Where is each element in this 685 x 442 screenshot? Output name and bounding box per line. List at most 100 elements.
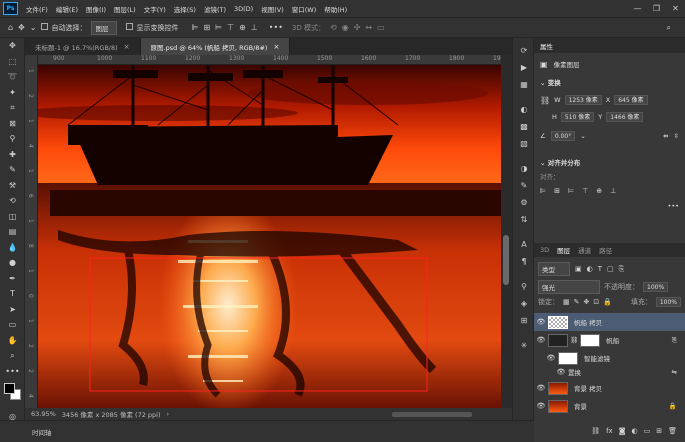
eye-icon[interactable]: 👁 xyxy=(534,384,548,392)
minimize-icon[interactable]: — xyxy=(628,0,647,17)
add-mask-icon[interactable]: ◙ xyxy=(619,427,626,435)
3d-roll-icon[interactable]: ◉ xyxy=(342,23,349,32)
document-canvas[interactable] xyxy=(38,65,501,408)
blur-icon[interactable]: 💧 xyxy=(0,240,25,256)
filter-shape-icon[interactable]: ▢ xyxy=(607,265,614,273)
close-icon[interactable]: × xyxy=(273,43,279,51)
height-field[interactable]: 510 像素 xyxy=(560,112,595,122)
lasso-icon[interactable]: ➰ xyxy=(0,69,25,85)
menu-file[interactable]: 文件(F) xyxy=(22,4,52,14)
more-options-icon[interactable]: ••• xyxy=(269,23,283,32)
align-center-icon[interactable]: ⊞ xyxy=(203,23,210,32)
restore-icon[interactable]: ❐ xyxy=(647,0,666,17)
filter-options-icon[interactable]: ⇋ xyxy=(672,368,677,376)
horizontal-scrollbar[interactable] xyxy=(392,411,472,417)
eye-icon[interactable]: 👁 xyxy=(534,336,548,344)
align-right-edges-icon[interactable]: ⊨ xyxy=(568,187,574,195)
brush-icon[interactable]: ✎ xyxy=(0,162,25,178)
color-panel-icon[interactable]: ◐ xyxy=(513,101,535,118)
adjustment-layer-icon[interactable]: ◐ xyxy=(632,427,638,435)
layer-row-background[interactable]: 👁 背景 🔒 xyxy=(534,397,685,415)
filter-type-select[interactable]: 类型 xyxy=(538,262,570,276)
new-group-icon[interactable]: ▭ xyxy=(644,427,651,435)
tab-untitled[interactable]: 未标题-1 @ 16.7%(RGB/8) × xyxy=(25,38,141,55)
move-icon[interactable]: ✥ xyxy=(0,38,25,54)
gradient-icon[interactable]: ▤ xyxy=(0,224,25,240)
menu-filter[interactable]: 滤镜(T) xyxy=(200,4,230,14)
3d-slide-icon[interactable]: ↔ xyxy=(365,23,372,32)
eye-icon[interactable]: 👁 xyxy=(534,318,548,326)
align-left-icon[interactable]: ⊫ xyxy=(191,23,198,32)
libraries-panel-icon[interactable]: ▦ xyxy=(513,76,535,93)
delete-layer-icon[interactable]: 🗑 xyxy=(668,427,677,435)
history-brush-icon[interactable]: ⟲ xyxy=(0,193,25,209)
filter-displace-row[interactable]: 👁 置换 ⇋ xyxy=(534,365,685,379)
scroll-thumb[interactable] xyxy=(503,235,509,285)
more-options-icon[interactable]: ••• xyxy=(534,200,685,212)
lock-all-icon[interactable]: 🔒 xyxy=(603,298,612,306)
x-field[interactable]: 645 像素 xyxy=(614,95,648,105)
frame-icon[interactable]: ⊠ xyxy=(0,116,25,132)
info-panel-icon[interactable]: ⊞ xyxy=(513,312,535,329)
tab-original[interactable]: 原图.psd @ 64% (帆船 拷贝, RGB/8#) × xyxy=(140,38,291,55)
chevron-right-icon[interactable]: › xyxy=(167,410,170,418)
clone-stamp-icon[interactable]: ⚒ xyxy=(0,178,25,194)
dodge-icon[interactable]: ● xyxy=(0,255,25,271)
fx-icon[interactable]: fx xyxy=(606,427,613,435)
blend-mode-select[interactable]: 强光 xyxy=(538,280,600,294)
fill-field[interactable]: 100% xyxy=(655,297,681,307)
eye-icon[interactable]: 👁 xyxy=(534,402,548,410)
swatches-panel-icon[interactable]: ▩ xyxy=(513,118,535,135)
menu-type[interactable]: 文字(Y) xyxy=(140,4,170,14)
lock-move-icon[interactable]: ✥ xyxy=(584,298,590,306)
align-left-edges-icon[interactable]: ⊫ xyxy=(540,187,546,195)
eye-icon[interactable]: 👁 xyxy=(554,368,568,376)
crop-icon[interactable]: ⌗ xyxy=(0,100,25,116)
hand-icon[interactable]: ✋ xyxy=(0,333,25,349)
brush-settings-icon[interactable]: ✎ xyxy=(513,177,535,194)
align-bottom-icon[interactable]: ⊥ xyxy=(251,23,258,32)
layer-row-background-copy[interactable]: 👁 背景 拷贝 xyxy=(534,379,685,397)
3d-rotate-icon[interactable]: ⟲ xyxy=(330,23,337,32)
eraser-icon[interactable]: ◫ xyxy=(0,209,25,225)
layer-mask-thumbnail[interactable] xyxy=(580,333,601,347)
sliders-panel-icon[interactable]: ⇅ xyxy=(513,211,535,228)
width-field[interactable]: 1253 像素 xyxy=(564,95,602,105)
link-icon[interactable]: ⛓ xyxy=(540,96,550,105)
menu-view[interactable]: 视图(V) xyxy=(257,4,288,14)
lock-artboard-icon[interactable]: ⊡ xyxy=(593,298,599,306)
3d-pan-icon[interactable]: ✣ xyxy=(354,23,361,32)
show-transform-checkbox[interactable]: 显示变换控件 xyxy=(126,22,178,33)
pen-icon[interactable]: ✒ xyxy=(0,271,25,287)
y-field[interactable]: 1466 像素 xyxy=(606,112,644,122)
timeline-label[interactable]: 时间轴 xyxy=(32,427,52,437)
chevron-down-icon[interactable]: ⌄ xyxy=(580,132,585,140)
eyedropper-icon[interactable]: ⚲ xyxy=(0,131,25,147)
horizontal-ruler[interactable]: 900 1000 1100 1200 1300 1400 1500 1600 1700 1800 1… xyxy=(38,55,501,65)
menu-select[interactable]: 选择(S) xyxy=(170,4,200,14)
menu-help[interactable]: 帮助(H) xyxy=(320,4,351,14)
filter-type-icon[interactable]: T xyxy=(598,265,602,273)
align-top-icon[interactable]: ⊤ xyxy=(227,23,234,32)
move-tool-icon[interactable]: ✥ xyxy=(18,23,25,32)
actions-panel-icon[interactable]: ▶ xyxy=(513,59,535,76)
magic-wand-icon[interactable]: ✦ xyxy=(0,85,25,101)
align-bottom-edges-icon[interactable]: ⊥ xyxy=(610,187,616,195)
lock-pixels-icon[interactable]: ▦ xyxy=(563,298,570,306)
filter-smart-icon[interactable]: ⎘ xyxy=(619,265,625,274)
flip-vertical-icon[interactable]: ⇳ xyxy=(674,132,679,140)
close-icon[interactable]: × xyxy=(124,43,130,51)
align-h-centers-icon[interactable]: ⊞ xyxy=(554,187,560,195)
layer-row-sailboat[interactable]: 👁 ⛓ 帆船 ⎘ xyxy=(534,331,685,349)
opacity-field[interactable]: 100% xyxy=(643,282,669,292)
type-icon[interactable]: T xyxy=(0,286,25,302)
align-section-header[interactable]: ⌄ 对齐并分布 xyxy=(534,155,685,169)
new-layer-icon[interactable]: ⊞ xyxy=(656,427,662,435)
foreground-color-swatch[interactable] xyxy=(4,383,15,394)
search-icon[interactable]: ⌕ xyxy=(667,23,671,33)
tab-paths[interactable]: 路径 xyxy=(599,245,612,255)
menu-3d[interactable]: 3D(D) xyxy=(230,5,257,13)
close-icon[interactable]: ✕ xyxy=(666,0,685,17)
align-v-centers-icon[interactable]: ⊕ xyxy=(596,187,602,195)
channels-mixer-icon[interactable]: ⚙ xyxy=(513,194,535,211)
